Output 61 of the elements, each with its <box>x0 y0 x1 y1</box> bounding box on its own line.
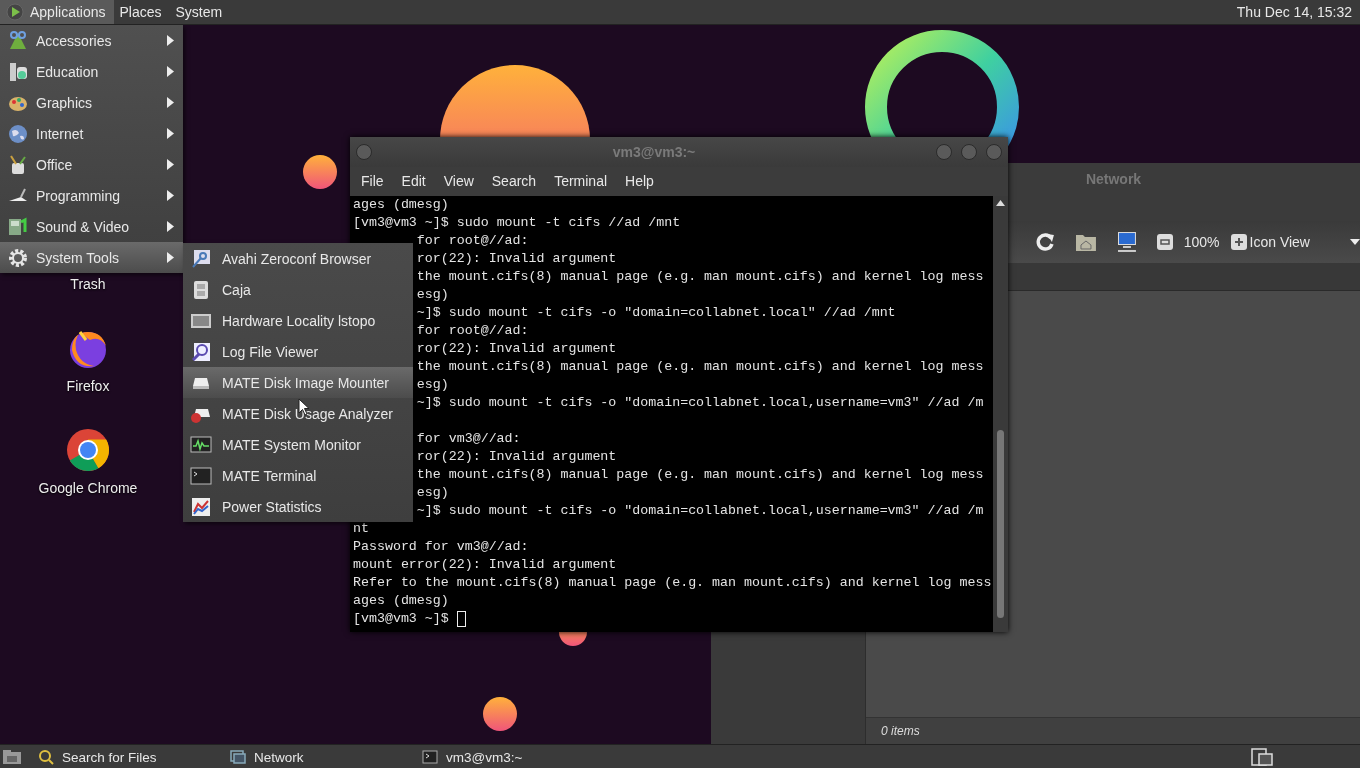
menu-item[interactable]: Graphics <box>0 87 183 118</box>
terminal-line: ages (dmesg) <box>353 592 449 610</box>
menu-item[interactable]: MATE Disk Usage Analyzer <box>183 398 413 429</box>
taskbar-button[interactable]: Network <box>228 745 420 768</box>
menu-item[interactable]: File <box>352 173 393 189</box>
desktop-icon-label[interactable]: Firefox <box>66 378 110 394</box>
menu-item[interactable]: Sound & Video <box>0 211 183 242</box>
terminal-line: the mount.cifs(8) manual page (e.g. man mount.cifs) and kernel log mess <box>416 358 984 376</box>
terminal-line: for root@//ad: <box>416 322 529 340</box>
menu-item[interactable]: Terminal <box>545 173 617 189</box>
terminal-line: ages (dmesg) <box>353 196 449 214</box>
view-dropdown[interactable]: Icon View <box>1249 234 1360 250</box>
window-title: Network <box>1085 171 1142 187</box>
terminal-line: esg) <box>416 484 449 502</box>
window-title: vm3@vm3:~ <box>611 144 697 160</box>
terminal-line: ~]$ sudo mount -t cifs -o "domain=collabnet.local" //ad /mnt <box>416 304 896 322</box>
terminal-line: for vm3@//ad: <box>416 430 521 448</box>
menu-item[interactable]: View <box>434 173 483 189</box>
desktop-icon-label[interactable]: Trash <box>70 276 106 292</box>
panel-menu[interactable]: Applications <box>0 0 114 24</box>
zoom-level: 100% <box>1183 234 1220 250</box>
menu-item[interactable]: Education <box>0 56 183 87</box>
menu-item[interactable]: Log File Viewer <box>183 336 413 367</box>
terminal-prompt: [vm3@vm3 ~]$ <box>353 610 449 628</box>
taskbar-button[interactable]: vm3@vm3:~ <box>420 745 612 768</box>
menu-item[interactable]: Search <box>482 173 546 189</box>
menu-item[interactable]: Avahi Zeroconf Browser <box>183 243 413 274</box>
panel-menu[interactable]: System <box>169 0 231 24</box>
menu-item[interactable]: Caja <box>183 274 413 305</box>
menu-item[interactable]: Help <box>616 173 663 189</box>
terminal-line: esg) <box>416 376 449 394</box>
terminal-line: Refer to the mount.cifs(8) manual page (e.g. man mount.cifs) and kernel log mess <box>353 574 992 592</box>
panel-menu[interactable]: Places <box>113 0 170 24</box>
menu-item[interactable]: MATE Disk Image Mounter <box>183 367 413 398</box>
clock[interactable]: Thu Dec 14, 15:32 <box>1236 4 1360 20</box>
menu-item[interactable]: System Tools <box>0 242 183 273</box>
terminal-line: [vm3@vm3 ~]$ sudo mount -t cifs //ad /mnt <box>353 214 681 232</box>
menu-item[interactable]: Internet <box>0 118 183 149</box>
terminal-line: ror(22): Invalid argument <box>416 448 617 466</box>
terminal-line: ror(22): Invalid argument <box>416 340 617 358</box>
terminal-line: ~]$ sudo mount -t cifs -o "domain=collabnet.local,username=vm3" //ad /m <box>416 502 984 520</box>
status-text: 0 items <box>881 724 920 738</box>
menu-item[interactable]: Power Statistics <box>183 491 413 522</box>
terminal-line: ror(22): Invalid argument <box>416 250 617 268</box>
terminal-line: the mount.cifs(8) manual page (e.g. man mount.cifs) and kernel log mess <box>416 268 984 286</box>
menu-item[interactable]: Accessories <box>0 25 183 56</box>
menu-item[interactable]: MATE System Monitor <box>183 429 413 460</box>
terminal-line: esg) <box>416 286 449 304</box>
terminal-line: nt <box>353 520 369 538</box>
terminal-line: the mount.cifs(8) manual page (e.g. man mount.cifs) and kernel log mess <box>416 466 984 484</box>
menu-item[interactable]: Hardware Locality lstopo <box>183 305 413 336</box>
terminal-line: mount error(22): Invalid argument <box>353 556 617 574</box>
menu-item[interactable]: Edit <box>392 173 435 189</box>
desktop-icon-label[interactable]: Google Chrome <box>38 480 138 496</box>
terminal-line: ~]$ sudo mount -t cifs -o "domain=collabnet.local,username=vm3" //ad /m <box>416 394 984 412</box>
menu-item[interactable]: Programming <box>0 180 183 211</box>
terminal-line: Password for vm3@//ad: <box>353 538 529 556</box>
menu-item[interactable]: Office <box>0 149 183 180</box>
terminal-line: for root@//ad: <box>416 232 529 250</box>
taskbar-button[interactable]: Search for Files <box>36 745 228 768</box>
menu-item[interactable]: MATE Terminal <box>183 460 413 491</box>
